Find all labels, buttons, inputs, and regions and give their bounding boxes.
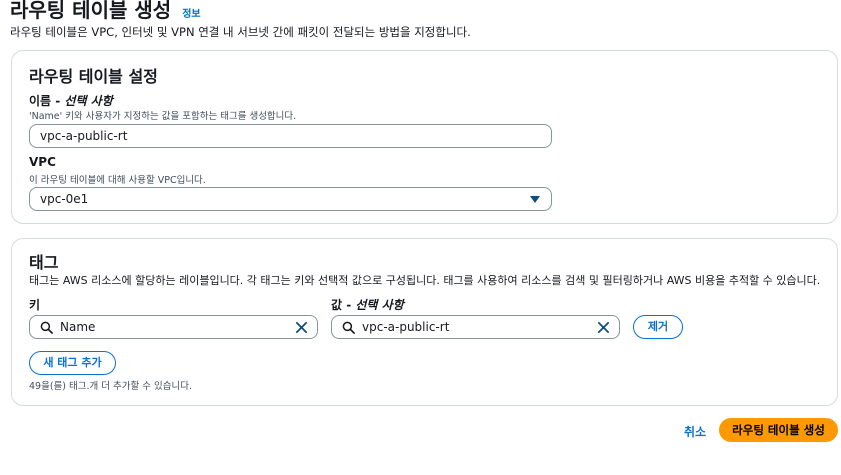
search-icon	[40, 321, 53, 334]
cancel-button[interactable]: 취소	[684, 423, 706, 440]
page-header: 라우팅 테이블 생성 정보	[10, 0, 201, 23]
tags-description: 태그는 AWS 리소스에 할당하는 레이블입니다. 각 태그는 키와 선택적 값…	[29, 274, 821, 287]
name-field-hint: 'Name' 키와 사용자가 지정하는 값을 포함하는 태그를 생성합니다.	[29, 111, 297, 122]
caret-down-icon	[530, 196, 540, 203]
vpc-select[interactable]: vpc-0e1	[29, 187, 552, 211]
tag-value-value: vpc-a-public-rt	[362, 320, 450, 334]
name-optional-text: 선택 사항	[64, 94, 113, 108]
tag-value-label-text: 값 -	[331, 298, 356, 312]
name-field-label: 이름 - 선택 사항	[29, 92, 113, 109]
page-title: 라우팅 테이블 생성	[10, 0, 172, 22]
tag-value-optional-text: 선택 사항	[355, 298, 404, 312]
tags-panel: 태그 태그는 AWS 리소스에 할당하는 레이블입니다. 각 태그는 키와 선택…	[11, 238, 838, 406]
tags-panel-title: 태그	[29, 253, 59, 272]
tag-key-input[interactable]: Name	[29, 315, 318, 339]
settings-panel-title: 라우팅 테이블 설정	[29, 67, 158, 86]
name-input-value: vpc-a-public-rt	[40, 129, 128, 143]
tag-value-label: 값 - 선택 사항	[331, 296, 404, 313]
vpc-select-value: vpc-0e1	[40, 192, 89, 206]
tag-key-value: Name	[60, 320, 96, 334]
create-route-table-button[interactable]: 라우팅 테이블 생성	[719, 418, 838, 442]
add-tag-button[interactable]: 새 태그 추가	[29, 351, 116, 375]
name-label-text: 이름 -	[29, 94, 65, 108]
vpc-field-label: VPC	[29, 155, 56, 169]
close-icon[interactable]	[295, 321, 308, 334]
tag-key-label: 키	[29, 298, 41, 312]
remove-tag-button[interactable]: 제거	[633, 315, 683, 339]
name-input[interactable]: vpc-a-public-rt	[29, 124, 552, 148]
remaining-tags-note: 49을(를) 태그.개 더 추가할 수 있습니다.	[29, 381, 192, 392]
tag-value-input[interactable]: vpc-a-public-rt	[331, 315, 620, 339]
vpc-field-hint: 이 라우팅 테이블에 대해 사용할 VPC입니다.	[29, 175, 206, 186]
info-link[interactable]: 정보	[182, 5, 200, 20]
close-icon[interactable]	[597, 321, 610, 334]
search-icon	[342, 321, 355, 334]
page-description: 라우팅 테이블은 VPC, 인터넷 및 VPN 연결 내 서브넷 간에 패킷이 …	[10, 25, 471, 39]
route-table-settings-panel: 라우팅 테이블 설정 이름 - 선택 사항 'Name' 키와 사용자가 지정하…	[11, 50, 838, 224]
